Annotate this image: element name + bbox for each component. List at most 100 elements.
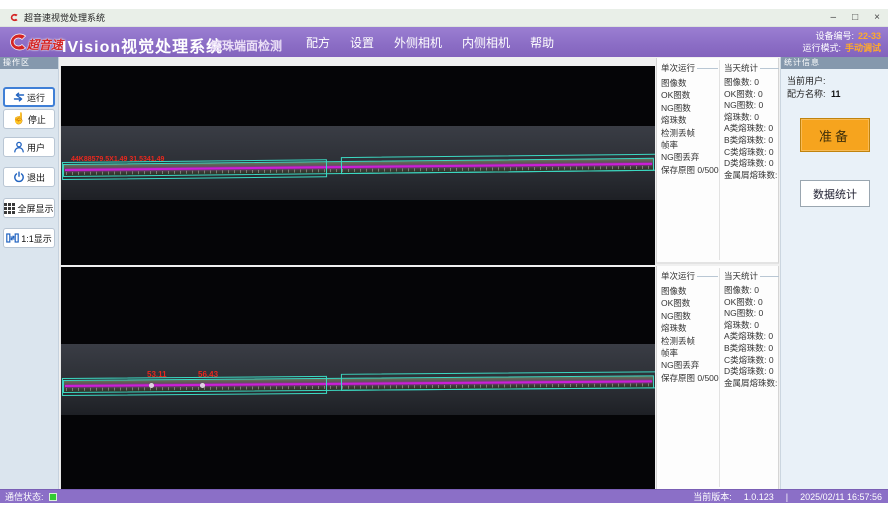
menu-recipe[interactable]: 配方 — [306, 34, 330, 51]
stat-row: NG图数 — [661, 310, 718, 322]
today-stats-column: 当天统计 图像数: 0 OK图数: 0 NG图数: 0 熔珠数: 0 A类熔珠数… — [724, 62, 779, 181]
recipe-name-row: 配方名称: 11 — [787, 87, 841, 100]
one-to-one-button-label: 1:1显示 — [21, 232, 52, 245]
user-icon — [13, 141, 25, 153]
stat-row: A类熔珠数: 0 — [724, 331, 779, 343]
today-stats-column: 当天统计 图像数: 0 OK图数: 0 NG图数: 0 熔珠数: 0 A类熔珠数… — [724, 270, 779, 389]
measurement-label: 53.11 — [147, 370, 167, 379]
app-title: IVision视觉处理系统 — [62, 33, 223, 57]
single-run-column: 单次运行 图像数 OK图数 NG图数 熔珠数 检测丢帧 帧率 NG图丢弃 保存原… — [661, 270, 718, 384]
comm-ok-indicator — [49, 493, 57, 501]
stat-row: 图像数: 0 — [724, 77, 779, 89]
fullscreen-button-label: 全屏显示 — [17, 202, 53, 215]
app-window: 超音速视觉处理系统 – □ × 超音速 IVision视觉处理系统 熔珠端面检测… — [0, 0, 888, 522]
single-run-column: 单次运行 图像数 OK图数 NG图数 熔珠数 检测丢帧 帧率 NG图丢弃 保存原… — [661, 62, 718, 176]
one-to-one-icon — [6, 232, 19, 244]
stat-row: A类熔珠数: 0 — [724, 123, 779, 135]
exit-button-label: 退出 — [27, 171, 45, 184]
hand-icon: ☝ — [12, 114, 26, 124]
run-button-label: 运行 — [27, 91, 45, 104]
run-button[interactable]: 运行 — [3, 87, 55, 107]
inner-camera-viewport[interactable]: 53.11 56.43 — [60, 267, 655, 489]
statistics-info-title: 统计信息 — [781, 57, 888, 69]
data-statistics-button[interactable]: 数据统计 — [800, 180, 870, 207]
device-number-value: 22-33 — [858, 30, 881, 42]
stat-row: 检测丢帧 — [661, 127, 718, 139]
fullscreen-button[interactable]: 全屏显示 — [3, 198, 55, 218]
today-stats-title: 当天统计 — [724, 270, 758, 282]
maximize-button[interactable]: □ — [852, 13, 858, 23]
stat-row: OK图数 — [661, 297, 718, 309]
stat-row: 保存原图 0/500 — [661, 164, 718, 176]
status-bar: 通信状态: 当前版本: 1.0.123 | 2025/02/11 16:57:5… — [0, 489, 888, 503]
outer-camera-viewport[interactable]: 44K88579.5X1.49 31.5341.49 — [60, 66, 655, 265]
stat-row: NG图数: 0 — [724, 100, 779, 112]
single-run-title: 单次运行 — [661, 270, 695, 282]
run-mode-label: 运行模式: — [802, 42, 841, 54]
stat-row: 熔珠数: 0 — [724, 112, 779, 124]
stat-row: C类熔珠数: 0 — [724, 147, 779, 159]
today-stats-title: 当天统计 — [724, 62, 758, 74]
user-button-label: 用户 — [27, 141, 45, 154]
stat-row: B类熔珠数: 0 — [724, 135, 779, 147]
comm-status-label: 通信状态: — [5, 490, 44, 503]
sync-arrows-icon — [13, 91, 25, 103]
version-label: 当前版本: — [693, 490, 732, 503]
stat-row: 熔珠数: 0 — [724, 320, 779, 332]
app-header: 超音速 IVision视觉处理系统 熔珠端面检测 配方 设置 外侧相机 内侧相机… — [0, 27, 888, 57]
stat-row: 帧率 — [661, 347, 718, 359]
version-value: 1.0.123 — [744, 492, 774, 502]
operation-sidebar: 操作区 运行 ☝ 停止 用户 退出 — [0, 57, 59, 489]
stat-row: B类熔珠数: 0 — [724, 343, 779, 355]
device-info: 设备编号: 22-33 运行模式: 手动调试 — [802, 30, 881, 54]
measurement-annotation: 44K88579.5X1.49 31.5341.49 — [71, 156, 164, 163]
stat-row: D类熔珠数: 0 — [724, 366, 779, 378]
exit-button[interactable]: 退出 — [3, 167, 55, 187]
stat-row: 图像数: 0 — [724, 285, 779, 297]
stop-button-label: 停止 — [28, 113, 46, 126]
stat-row: 金属屑熔珠数: 0 — [724, 378, 779, 390]
minimize-button[interactable]: – — [831, 13, 837, 23]
one-to-one-button[interactable]: 1:1显示 — [3, 228, 55, 248]
defect-marker — [200, 383, 205, 388]
main-menu: 配方 设置 外侧相机 内侧相机 帮助 — [306, 27, 554, 57]
window-title: 超音速视觉处理系统 — [24, 11, 105, 24]
prepare-button[interactable]: 准备 — [800, 118, 870, 152]
stat-row: NG图数 — [661, 102, 718, 114]
operation-panel-title: 操作区 — [0, 57, 58, 69]
stat-row: 图像数 — [661, 285, 718, 297]
statistics-info-panel: 统计信息 当前用户: 配方名称: 11 准备 数据统计 — [780, 57, 888, 489]
menu-help[interactable]: 帮助 — [530, 34, 554, 51]
stop-button[interactable]: ☝ 停止 — [3, 109, 55, 129]
app-logo-icon — [8, 12, 19, 23]
menu-inner-camera[interactable]: 内侧相机 — [462, 34, 510, 51]
menu-outer-camera[interactable]: 外侧相机 — [394, 34, 442, 51]
stat-row: 图像数 — [661, 77, 718, 89]
recipe-name-label: 配方名称: — [787, 89, 826, 99]
close-button[interactable]: × — [874, 13, 880, 23]
main-content: 操作区 运行 ☝ 停止 用户 退出 — [0, 57, 888, 489]
stat-row: OK图数 — [661, 89, 718, 101]
datetime: 2025/02/11 16:57:56 — [800, 492, 882, 502]
power-icon — [13, 171, 25, 183]
measurement-label: 56.43 — [198, 370, 218, 379]
app-subtitle: 熔珠端面检测 — [210, 37, 282, 54]
stat-row: 保存原图 0/500 — [661, 372, 718, 384]
run-mode-value: 手动调试 — [845, 42, 881, 54]
current-user-label: 当前用户: — [787, 74, 826, 87]
stat-row: 熔珠数 — [661, 114, 718, 126]
brand-swirl-icon — [4, 31, 29, 58]
single-run-title: 单次运行 — [661, 62, 695, 74]
brand-name: 超音速 — [27, 36, 63, 53]
stat-row: C类熔珠数: 0 — [724, 355, 779, 367]
stat-row: OK图数: 0 — [724, 89, 779, 101]
stat-row: 帧率 — [661, 139, 718, 151]
recipe-name-value: 11 — [831, 89, 841, 99]
stat-row: 检测丢帧 — [661, 335, 718, 347]
user-button[interactable]: 用户 — [3, 137, 55, 157]
device-number-label: 设备编号: — [815, 30, 854, 42]
defect-marker — [149, 383, 154, 388]
separator: | — [786, 492, 788, 502]
menu-settings[interactable]: 设置 — [350, 34, 374, 51]
stat-row: NG图丢弃 — [661, 151, 718, 163]
